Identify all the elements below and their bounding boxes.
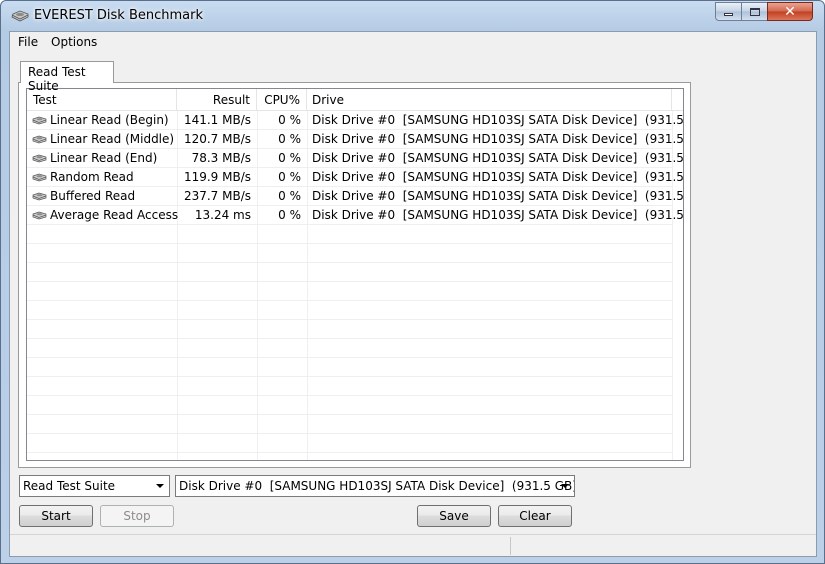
cell-drive: Disk Drive #0 [SAMSUNG HD103SJ SATA Disk… <box>312 132 684 146</box>
cell-result: 78.3 MB/s <box>191 151 251 165</box>
menu-options[interactable]: Options <box>51 35 97 49</box>
grid-line <box>27 434 672 453</box>
cell-test-label: Linear Read (Middle) <box>50 132 175 146</box>
cell-test: Linear Read (End) <box>32 151 157 165</box>
drive-select-value: Disk Drive #0 [SAMSUNG HD103SJ SATA Disk… <box>179 479 575 493</box>
drive-select[interactable]: Disk Drive #0 [SAMSUNG HD103SJ SATA Disk… <box>175 475 575 497</box>
maximize-button[interactable] <box>741 2 768 21</box>
menu-bar: File Options <box>10 32 816 52</box>
cell-cpu: 0 % <box>278 208 301 222</box>
column-header-cpu[interactable]: CPU% <box>257 89 307 111</box>
grid-line <box>27 320 672 339</box>
cell-test: Buffered Read <box>32 189 135 203</box>
hard-disk-icon <box>32 173 47 182</box>
results-list[interactable]: Test Result CPU% Drive Linear Read (Begi… <box>26 88 684 461</box>
cell-test: Average Read Access <box>32 208 178 222</box>
hard-disk-icon <box>32 154 47 163</box>
cell-result: 120.7 MB/s <box>183 132 251 146</box>
hard-disk-icon <box>11 10 29 22</box>
grid-line <box>27 263 672 282</box>
cell-drive: Disk Drive #0 [SAMSUNG HD103SJ SATA Disk… <box>312 170 684 184</box>
chevron-down-icon <box>561 484 569 488</box>
window-title: EVEREST Disk Benchmark <box>34 8 203 23</box>
cell-cpu: 0 % <box>278 170 301 184</box>
grid-line <box>27 301 672 320</box>
cell-test: Linear Read (Begin) <box>32 113 169 127</box>
column-header-result[interactable]: Result <box>177 89 257 111</box>
grid-line <box>27 415 672 434</box>
client-area: File Options Read Test Suite Test Result… <box>9 31 817 557</box>
cell-cpu: 0 % <box>278 151 301 165</box>
table-row[interactable]: Buffered Read 237.7 MB/s 0 % Disk Drive #0 … <box>27 187 683 206</box>
cell-test-label: Linear Read (End) <box>50 151 158 165</box>
clear-button[interactable]: Clear <box>498 505 572 527</box>
grid-line <box>27 282 672 301</box>
cell-result: 237.7 MB/s <box>183 189 251 203</box>
stop-button[interactable]: Stop <box>100 505 174 527</box>
grid-line <box>27 225 672 244</box>
menu-file[interactable]: File <box>18 35 38 49</box>
minimize-icon <box>724 13 733 16</box>
cell-result: 119.9 MB/s <box>183 170 251 184</box>
cell-drive: Disk Drive #0 [SAMSUNG HD103SJ SATA Disk… <box>312 189 684 203</box>
cell-test-label: Buffered Read <box>50 189 136 203</box>
hard-disk-icon <box>32 192 47 201</box>
cell-drive: Disk Drive #0 [SAMSUNG HD103SJ SATA Disk… <box>312 151 684 165</box>
cell-test: Random Read <box>32 170 134 184</box>
cell-cpu: 0 % <box>278 132 301 146</box>
list-header: Test Result CPU% Drive <box>27 89 683 111</box>
status-divider <box>510 537 511 555</box>
cell-test-label: Linear Read (Begin) <box>50 113 169 127</box>
hard-disk-icon <box>32 116 47 125</box>
grid-line <box>27 358 672 377</box>
tab-panel: Test Result CPU% Drive Linear Read (Begi… <box>18 82 691 468</box>
table-row[interactable]: Linear Read (Middle) 120.7 MB/s 0 % Disk Dr… <box>27 130 683 149</box>
benchmark-window: EVEREST Disk Benchmark ✕ File Options Re… <box>0 0 825 564</box>
close-button[interactable]: ✕ <box>767 2 813 21</box>
tab-read-test-suite[interactable]: Read Test Suite <box>20 61 114 93</box>
cell-cpu: 0 % <box>278 189 301 203</box>
table-row[interactable]: Linear Read (Begin) 141.1 MB/s 0 % Disk Dri… <box>27 111 683 130</box>
cell-drive: Disk Drive #0 [SAMSUNG HD103SJ SATA Disk… <box>312 113 684 127</box>
cell-drive: Disk Drive #0 [SAMSUNG HD103SJ SATA Disk… <box>312 208 684 222</box>
close-icon: ✕ <box>784 3 796 20</box>
start-button[interactable]: Start <box>19 505 93 527</box>
grid-line <box>27 377 672 396</box>
chevron-down-icon <box>156 484 164 488</box>
cell-result: 13.24 ms <box>194 208 251 222</box>
maximize-icon <box>749 7 760 16</box>
status-bar <box>10 534 816 556</box>
table-row[interactable]: Random Read 119.9 MB/s 0 % Disk Drive #0 [S… <box>27 168 683 187</box>
grid-line <box>27 339 672 358</box>
table-row[interactable]: Average Read Access 13.24 ms 0 % Disk Drive… <box>27 206 683 225</box>
minimize-button[interactable] <box>715 2 742 21</box>
cell-test-label: Random Read <box>50 170 134 184</box>
save-button[interactable]: Save <box>417 505 491 527</box>
column-header-drive[interactable]: Drive <box>307 89 672 111</box>
hard-disk-icon <box>32 211 47 220</box>
cell-cpu: 0 % <box>278 113 301 127</box>
hard-disk-icon <box>32 135 47 144</box>
cell-result: 141.1 MB/s <box>183 113 251 127</box>
title-bar[interactable]: EVEREST Disk Benchmark ✕ <box>1 1 824 31</box>
table-row[interactable]: Linear Read (End) 78.3 MB/s 0 % Disk Drive … <box>27 149 683 168</box>
cell-test: Linear Read (Middle) <box>32 132 174 146</box>
cell-test-label: Average Read Access <box>50 208 179 222</box>
suite-select-value: Read Test Suite <box>23 479 116 493</box>
grid-line <box>27 396 672 415</box>
grid-line <box>27 244 672 263</box>
suite-select[interactable]: Read Test Suite <box>19 475 170 497</box>
